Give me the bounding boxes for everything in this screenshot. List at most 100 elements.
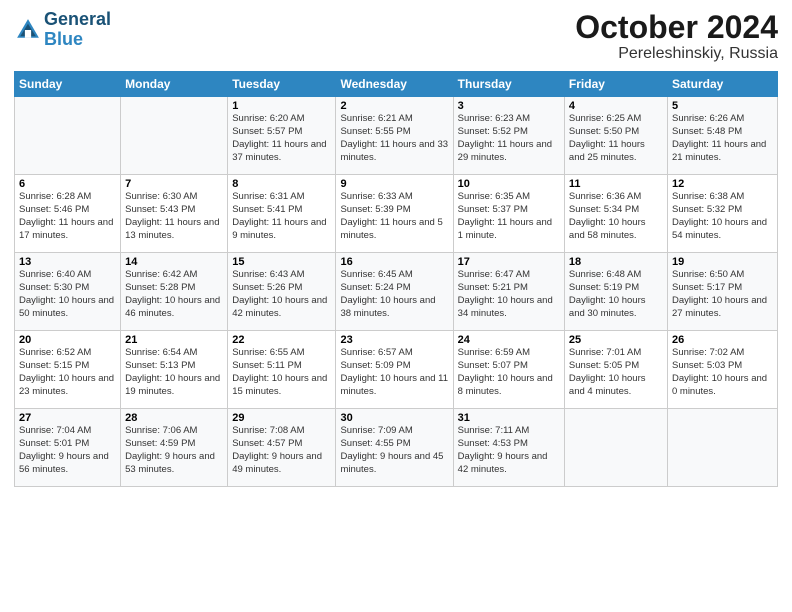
page-title: October 2024 bbox=[575, 10, 778, 45]
day-number: 21 bbox=[125, 334, 223, 346]
calendar-week-row: 1Sunrise: 6:20 AMSunset: 5:57 PMDaylight… bbox=[15, 97, 778, 175]
day-info: Sunrise: 6:23 AMSunset: 5:52 PMDaylight:… bbox=[458, 113, 560, 164]
day-number: 4 bbox=[569, 100, 663, 112]
day-info: Sunrise: 6:45 AMSunset: 5:24 PMDaylight:… bbox=[340, 269, 448, 320]
day-info: Sunrise: 6:55 AMSunset: 5:11 PMDaylight:… bbox=[232, 347, 331, 398]
day-number: 28 bbox=[125, 412, 223, 424]
day-number: 2 bbox=[340, 100, 448, 112]
calendar-week-row: 6Sunrise: 6:28 AMSunset: 5:46 PMDaylight… bbox=[15, 175, 778, 253]
calendar-cell: 20Sunrise: 6:52 AMSunset: 5:15 PMDayligh… bbox=[15, 331, 121, 409]
calendar-week-row: 13Sunrise: 6:40 AMSunset: 5:30 PMDayligh… bbox=[15, 253, 778, 331]
calendar-cell: 17Sunrise: 6:47 AMSunset: 5:21 PMDayligh… bbox=[453, 253, 564, 331]
page-header: General Blue October 2024 Pereleshinskiy… bbox=[14, 10, 778, 63]
calendar-header-row: SundayMondayTuesdayWednesdayThursdayFrid… bbox=[15, 72, 778, 97]
day-number: 16 bbox=[340, 256, 448, 268]
weekday-header: Sunday bbox=[15, 72, 121, 97]
logo-line2: Blue bbox=[44, 29, 83, 49]
calendar-cell bbox=[121, 97, 228, 175]
day-number: 12 bbox=[672, 178, 773, 190]
day-info: Sunrise: 6:48 AMSunset: 5:19 PMDaylight:… bbox=[569, 269, 663, 320]
weekday-header: Thursday bbox=[453, 72, 564, 97]
day-number: 9 bbox=[340, 178, 448, 190]
day-info: Sunrise: 7:04 AMSunset: 5:01 PMDaylight:… bbox=[19, 425, 116, 476]
calendar-cell: 23Sunrise: 6:57 AMSunset: 5:09 PMDayligh… bbox=[336, 331, 453, 409]
calendar-cell: 10Sunrise: 6:35 AMSunset: 5:37 PMDayligh… bbox=[453, 175, 564, 253]
calendar-cell: 18Sunrise: 6:48 AMSunset: 5:19 PMDayligh… bbox=[564, 253, 667, 331]
calendar-cell: 1Sunrise: 6:20 AMSunset: 5:57 PMDaylight… bbox=[228, 97, 336, 175]
calendar-cell: 9Sunrise: 6:33 AMSunset: 5:39 PMDaylight… bbox=[336, 175, 453, 253]
day-info: Sunrise: 6:36 AMSunset: 5:34 PMDaylight:… bbox=[569, 191, 663, 242]
day-number: 15 bbox=[232, 256, 331, 268]
calendar-cell: 7Sunrise: 6:30 AMSunset: 5:43 PMDaylight… bbox=[121, 175, 228, 253]
calendar-cell: 15Sunrise: 6:43 AMSunset: 5:26 PMDayligh… bbox=[228, 253, 336, 331]
day-info: Sunrise: 6:50 AMSunset: 5:17 PMDaylight:… bbox=[672, 269, 773, 320]
calendar-cell: 25Sunrise: 7:01 AMSunset: 5:05 PMDayligh… bbox=[564, 331, 667, 409]
day-info: Sunrise: 7:02 AMSunset: 5:03 PMDaylight:… bbox=[672, 347, 773, 398]
day-info: Sunrise: 6:57 AMSunset: 5:09 PMDaylight:… bbox=[340, 347, 448, 398]
weekday-header: Friday bbox=[564, 72, 667, 97]
day-number: 25 bbox=[569, 334, 663, 346]
day-number: 5 bbox=[672, 100, 773, 112]
day-info: Sunrise: 7:08 AMSunset: 4:57 PMDaylight:… bbox=[232, 425, 331, 476]
day-info: Sunrise: 7:09 AMSunset: 4:55 PMDaylight:… bbox=[340, 425, 448, 476]
calendar-cell: 29Sunrise: 7:08 AMSunset: 4:57 PMDayligh… bbox=[228, 409, 336, 487]
calendar-cell bbox=[15, 97, 121, 175]
weekday-header: Wednesday bbox=[336, 72, 453, 97]
day-info: Sunrise: 6:59 AMSunset: 5:07 PMDaylight:… bbox=[458, 347, 560, 398]
calendar-cell: 22Sunrise: 6:55 AMSunset: 5:11 PMDayligh… bbox=[228, 331, 336, 409]
calendar-cell: 24Sunrise: 6:59 AMSunset: 5:07 PMDayligh… bbox=[453, 331, 564, 409]
day-info: Sunrise: 7:11 AMSunset: 4:53 PMDaylight:… bbox=[458, 425, 560, 476]
day-number: 7 bbox=[125, 178, 223, 190]
day-number: 22 bbox=[232, 334, 331, 346]
day-info: Sunrise: 7:06 AMSunset: 4:59 PMDaylight:… bbox=[125, 425, 223, 476]
day-number: 20 bbox=[19, 334, 116, 346]
calendar-cell: 27Sunrise: 7:04 AMSunset: 5:01 PMDayligh… bbox=[15, 409, 121, 487]
calendar-cell: 28Sunrise: 7:06 AMSunset: 4:59 PMDayligh… bbox=[121, 409, 228, 487]
calendar-cell: 14Sunrise: 6:42 AMSunset: 5:28 PMDayligh… bbox=[121, 253, 228, 331]
calendar-cell: 30Sunrise: 7:09 AMSunset: 4:55 PMDayligh… bbox=[336, 409, 453, 487]
day-number: 13 bbox=[19, 256, 116, 268]
day-number: 30 bbox=[340, 412, 448, 424]
day-info: Sunrise: 6:43 AMSunset: 5:26 PMDaylight:… bbox=[232, 269, 331, 320]
calendar-cell bbox=[667, 409, 777, 487]
day-info: Sunrise: 6:28 AMSunset: 5:46 PMDaylight:… bbox=[19, 191, 116, 242]
day-info: Sunrise: 6:31 AMSunset: 5:41 PMDaylight:… bbox=[232, 191, 331, 242]
logo-text: General Blue bbox=[44, 10, 111, 50]
calendar-cell: 26Sunrise: 7:02 AMSunset: 5:03 PMDayligh… bbox=[667, 331, 777, 409]
calendar-cell: 11Sunrise: 6:36 AMSunset: 5:34 PMDayligh… bbox=[564, 175, 667, 253]
page-container: General Blue October 2024 Pereleshinskiy… bbox=[0, 0, 792, 612]
calendar-cell: 5Sunrise: 6:26 AMSunset: 5:48 PMDaylight… bbox=[667, 97, 777, 175]
day-info: Sunrise: 6:21 AMSunset: 5:55 PMDaylight:… bbox=[340, 113, 448, 164]
day-info: Sunrise: 6:30 AMSunset: 5:43 PMDaylight:… bbox=[125, 191, 223, 242]
logo: General Blue bbox=[14, 10, 111, 50]
day-number: 17 bbox=[458, 256, 560, 268]
day-number: 29 bbox=[232, 412, 331, 424]
calendar-week-row: 27Sunrise: 7:04 AMSunset: 5:01 PMDayligh… bbox=[15, 409, 778, 487]
calendar-cell: 13Sunrise: 6:40 AMSunset: 5:30 PMDayligh… bbox=[15, 253, 121, 331]
day-info: Sunrise: 6:42 AMSunset: 5:28 PMDaylight:… bbox=[125, 269, 223, 320]
logo-icon bbox=[14, 16, 42, 44]
day-number: 31 bbox=[458, 412, 560, 424]
day-info: Sunrise: 6:25 AMSunset: 5:50 PMDaylight:… bbox=[569, 113, 663, 164]
day-number: 6 bbox=[19, 178, 116, 190]
day-info: Sunrise: 6:38 AMSunset: 5:32 PMDaylight:… bbox=[672, 191, 773, 242]
day-number: 3 bbox=[458, 100, 560, 112]
weekday-header: Saturday bbox=[667, 72, 777, 97]
calendar-cell: 8Sunrise: 6:31 AMSunset: 5:41 PMDaylight… bbox=[228, 175, 336, 253]
day-number: 1 bbox=[232, 100, 331, 112]
weekday-header: Tuesday bbox=[228, 72, 336, 97]
day-number: 26 bbox=[672, 334, 773, 346]
day-number: 8 bbox=[232, 178, 331, 190]
calendar-cell: 6Sunrise: 6:28 AMSunset: 5:46 PMDaylight… bbox=[15, 175, 121, 253]
day-info: Sunrise: 6:40 AMSunset: 5:30 PMDaylight:… bbox=[19, 269, 116, 320]
day-info: Sunrise: 6:20 AMSunset: 5:57 PMDaylight:… bbox=[232, 113, 331, 164]
day-info: Sunrise: 6:52 AMSunset: 5:15 PMDaylight:… bbox=[19, 347, 116, 398]
weekday-header: Monday bbox=[121, 72, 228, 97]
calendar-week-row: 20Sunrise: 6:52 AMSunset: 5:15 PMDayligh… bbox=[15, 331, 778, 409]
day-number: 14 bbox=[125, 256, 223, 268]
calendar-cell: 19Sunrise: 6:50 AMSunset: 5:17 PMDayligh… bbox=[667, 253, 777, 331]
day-number: 19 bbox=[672, 256, 773, 268]
day-info: Sunrise: 6:26 AMSunset: 5:48 PMDaylight:… bbox=[672, 113, 773, 164]
calendar-cell: 2Sunrise: 6:21 AMSunset: 5:55 PMDaylight… bbox=[336, 97, 453, 175]
day-info: Sunrise: 6:35 AMSunset: 5:37 PMDaylight:… bbox=[458, 191, 560, 242]
